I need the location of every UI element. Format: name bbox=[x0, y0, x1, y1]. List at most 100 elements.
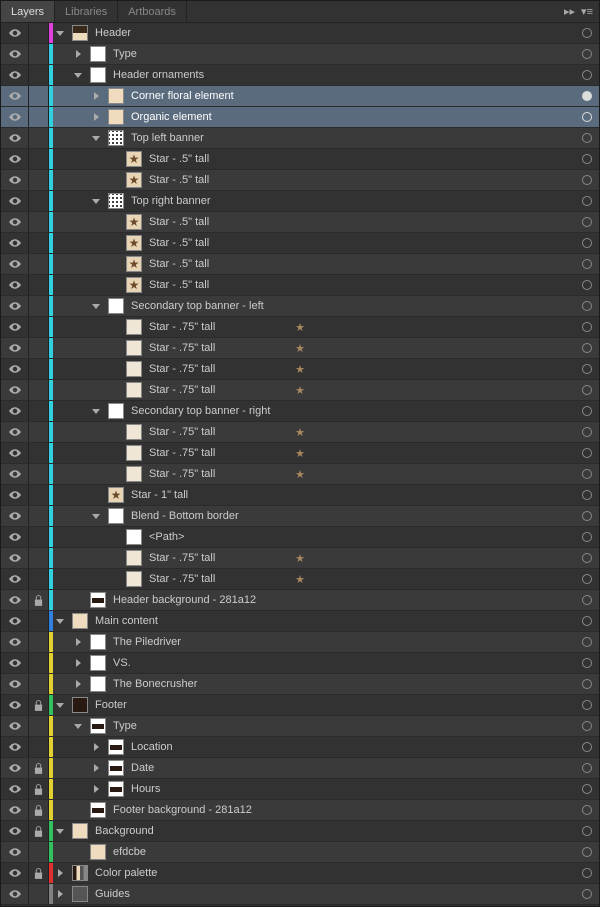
layer-name[interactable]: Color palette bbox=[91, 867, 575, 879]
layer-row[interactable]: Header ornaments bbox=[1, 65, 599, 86]
visibility-toggle[interactable] bbox=[1, 527, 29, 547]
layer-thumbnail[interactable] bbox=[108, 487, 124, 503]
layer-row[interactable]: Star - .75" tall bbox=[1, 380, 599, 401]
layer-name[interactable]: Footer background - 281a12 bbox=[109, 804, 575, 816]
lock-toggle[interactable] bbox=[29, 86, 49, 106]
layer-row[interactable]: Star - .75" tall bbox=[1, 464, 599, 485]
layer-row[interactable]: Background bbox=[1, 821, 599, 842]
visibility-toggle[interactable] bbox=[1, 191, 29, 211]
layer-name[interactable]: Guides bbox=[91, 888, 575, 900]
disclosure-arrow[interactable] bbox=[71, 674, 85, 694]
target-icon[interactable] bbox=[575, 65, 599, 85]
layer-thumbnail[interactable] bbox=[108, 298, 124, 314]
layer-row[interactable]: The Bonecrusher bbox=[1, 674, 599, 695]
disclosure-arrow[interactable] bbox=[89, 758, 103, 778]
target-icon[interactable] bbox=[575, 44, 599, 64]
lock-toggle[interactable] bbox=[29, 527, 49, 547]
lock-toggle[interactable] bbox=[29, 485, 49, 505]
visibility-toggle[interactable] bbox=[1, 233, 29, 253]
layer-name[interactable]: Hours bbox=[127, 783, 575, 795]
visibility-toggle[interactable] bbox=[1, 212, 29, 232]
layer-row[interactable]: Top left banner bbox=[1, 128, 599, 149]
disclosure-arrow[interactable] bbox=[71, 653, 85, 673]
layer-thumbnail[interactable] bbox=[126, 214, 142, 230]
layer-thumbnail[interactable] bbox=[72, 25, 88, 41]
target-icon[interactable] bbox=[575, 149, 599, 169]
lock-toggle[interactable] bbox=[29, 275, 49, 295]
layer-row[interactable]: Footer background - 281a12 bbox=[1, 800, 599, 821]
lock-toggle[interactable] bbox=[29, 149, 49, 169]
layer-thumbnail[interactable] bbox=[126, 424, 142, 440]
visibility-toggle[interactable] bbox=[1, 401, 29, 421]
visibility-toggle[interactable] bbox=[1, 737, 29, 757]
layer-thumbnail[interactable] bbox=[126, 235, 142, 251]
target-icon[interactable] bbox=[575, 254, 599, 274]
layer-thumbnail[interactable] bbox=[72, 823, 88, 839]
layer-name[interactable]: Header bbox=[91, 27, 575, 39]
target-icon[interactable] bbox=[575, 674, 599, 694]
layer-thumbnail[interactable] bbox=[108, 781, 124, 797]
layer-thumbnail[interactable] bbox=[90, 802, 106, 818]
layer-name[interactable]: Top left banner bbox=[127, 132, 575, 144]
disclosure-arrow[interactable] bbox=[89, 401, 103, 421]
lock-toggle[interactable] bbox=[29, 737, 49, 757]
disclosure-arrow[interactable] bbox=[53, 821, 67, 841]
lock-toggle[interactable] bbox=[29, 590, 49, 610]
target-icon[interactable] bbox=[575, 191, 599, 211]
layer-name[interactable]: Header ornaments bbox=[109, 69, 575, 81]
target-icon[interactable] bbox=[575, 779, 599, 799]
layer-row[interactable]: Main content bbox=[1, 611, 599, 632]
lock-toggle[interactable] bbox=[29, 758, 49, 778]
lock-toggle[interactable] bbox=[29, 212, 49, 232]
target-icon[interactable] bbox=[575, 758, 599, 778]
visibility-toggle[interactable] bbox=[1, 590, 29, 610]
collapse-icon[interactable]: ▸▸ bbox=[564, 5, 575, 18]
layer-row[interactable]: Type bbox=[1, 716, 599, 737]
layer-row[interactable]: efdcbe bbox=[1, 842, 599, 863]
layer-thumbnail[interactable] bbox=[72, 613, 88, 629]
layer-row[interactable]: Star - .75" tall bbox=[1, 338, 599, 359]
visibility-toggle[interactable] bbox=[1, 842, 29, 862]
lock-toggle[interactable] bbox=[29, 506, 49, 526]
disclosure-arrow[interactable] bbox=[89, 779, 103, 799]
visibility-toggle[interactable] bbox=[1, 296, 29, 316]
lock-toggle[interactable] bbox=[29, 611, 49, 631]
layer-thumbnail[interactable] bbox=[126, 571, 142, 587]
layer-thumbnail[interactable] bbox=[126, 445, 142, 461]
layer-thumbnail[interactable] bbox=[90, 844, 106, 860]
target-icon[interactable] bbox=[575, 170, 599, 190]
lock-toggle[interactable] bbox=[29, 842, 49, 862]
layer-row[interactable]: Corner floral element bbox=[1, 86, 599, 107]
lock-toggle[interactable] bbox=[29, 107, 49, 127]
disclosure-arrow[interactable] bbox=[53, 23, 67, 43]
layer-row[interactable]: Star - .5" tall bbox=[1, 212, 599, 233]
visibility-toggle[interactable] bbox=[1, 170, 29, 190]
tab-libraries[interactable]: Libraries bbox=[55, 1, 118, 22]
layer-name[interactable]: Corner floral element bbox=[127, 90, 575, 102]
layer-name[interactable]: Star - .5" tall bbox=[145, 279, 575, 291]
target-icon[interactable] bbox=[575, 611, 599, 631]
lock-toggle[interactable] bbox=[29, 296, 49, 316]
layer-row[interactable]: Star - .75" tall bbox=[1, 422, 599, 443]
lock-toggle[interactable] bbox=[29, 632, 49, 652]
visibility-toggle[interactable] bbox=[1, 695, 29, 715]
lock-toggle[interactable] bbox=[29, 401, 49, 421]
visibility-toggle[interactable] bbox=[1, 716, 29, 736]
lock-toggle[interactable] bbox=[29, 653, 49, 673]
layer-row[interactable]: Header bbox=[1, 23, 599, 44]
layer-row[interactable]: Secondary top banner - right bbox=[1, 401, 599, 422]
layer-thumbnail[interactable] bbox=[126, 151, 142, 167]
layer-name[interactable]: VS. bbox=[109, 657, 575, 669]
lock-toggle[interactable] bbox=[29, 254, 49, 274]
layer-row[interactable]: Star - .5" tall bbox=[1, 170, 599, 191]
visibility-toggle[interactable] bbox=[1, 254, 29, 274]
lock-toggle[interactable] bbox=[29, 884, 49, 904]
layer-name[interactable]: The Bonecrusher bbox=[109, 678, 575, 690]
target-icon[interactable] bbox=[575, 632, 599, 652]
target-icon[interactable] bbox=[575, 86, 599, 106]
layer-name[interactable]: Location bbox=[127, 741, 575, 753]
layer-row[interactable]: Date bbox=[1, 758, 599, 779]
layer-name[interactable]: Secondary top banner - right bbox=[127, 405, 575, 417]
disclosure-arrow[interactable] bbox=[89, 737, 103, 757]
visibility-toggle[interactable] bbox=[1, 674, 29, 694]
